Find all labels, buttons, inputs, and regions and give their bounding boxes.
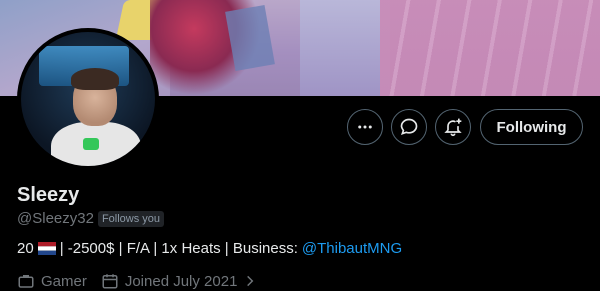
avatar-art <box>83 138 99 150</box>
more-button[interactable] <box>347 109 383 145</box>
chevron-right-icon[interactable] <box>243 274 257 288</box>
bio-age: 20 <box>17 240 34 257</box>
display-name: Sleezy <box>17 184 80 206</box>
netherlands-flag-icon <box>37 242 56 255</box>
following-button[interactable]: Following <box>480 109 583 145</box>
bell-plus-icon <box>444 118 462 137</box>
handle-row: @Sleezy32 Follows you <box>17 210 165 227</box>
profile-category: Gamer <box>41 272 87 290</box>
profile-avatar[interactable] <box>17 28 159 170</box>
handle: @Sleezy32 <box>17 210 94 227</box>
joined-date: Joined July 2021 <box>124 272 238 290</box>
avatar-art <box>71 68 119 90</box>
message-icon <box>400 118 418 136</box>
notifications-button[interactable] <box>435 109 471 145</box>
calendar-icon <box>102 274 118 289</box>
profile-meta: Gamer Joined July 2021 <box>17 272 257 290</box>
banner-art <box>300 0 390 96</box>
briefcase-icon <box>18 275 34 288</box>
more-icon <box>358 125 372 129</box>
bio-mention-link[interactable]: @ThibautMNG <box>302 240 402 257</box>
follows-you-badge: Follows you <box>97 210 165 227</box>
bio: 20 | -2500$ | F/A | 1x Heats | Business:… <box>17 240 402 257</box>
banner-art <box>380 0 600 96</box>
bio-text: | -2500$ | F/A | 1x Heats | Business: <box>59 240 298 257</box>
message-button[interactable] <box>391 109 427 145</box>
following-label: Following <box>496 118 567 136</box>
